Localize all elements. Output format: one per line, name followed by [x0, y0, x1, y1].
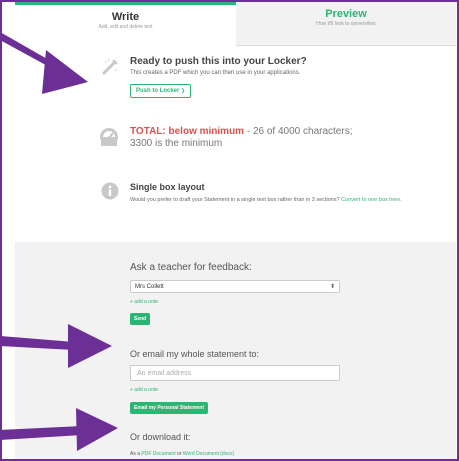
annotation-arrows [2, 33, 118, 451]
arrow-to-email [2, 324, 112, 368]
screenshot-frame: Write Add, edit and delete text Preview … [0, 0, 459, 461]
arrow-to-locker [2, 33, 88, 94]
arrow-to-download [2, 408, 118, 451]
